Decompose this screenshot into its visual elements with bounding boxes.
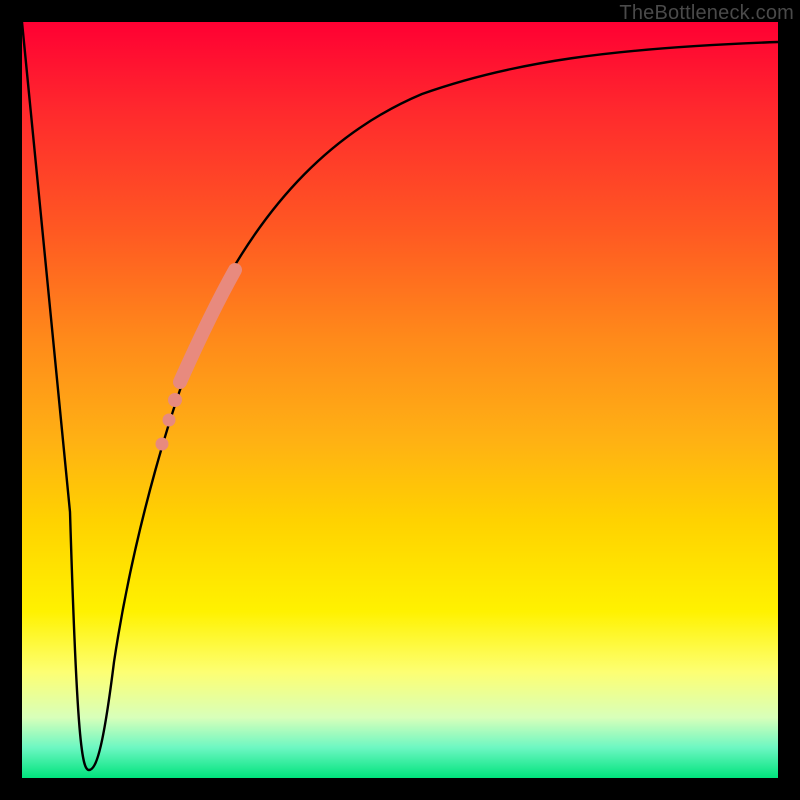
chart-frame: TheBottleneck.com [0, 0, 800, 800]
highlight-dot-3 [156, 438, 169, 451]
highlight-dot-1 [168, 393, 182, 407]
plot-area [22, 22, 778, 778]
highlight-dot-2 [163, 414, 176, 427]
bottleneck-curve [22, 22, 778, 770]
chart-svg [22, 22, 778, 778]
watermark-text: TheBottleneck.com [619, 2, 794, 25]
highlight-segment [180, 270, 235, 382]
